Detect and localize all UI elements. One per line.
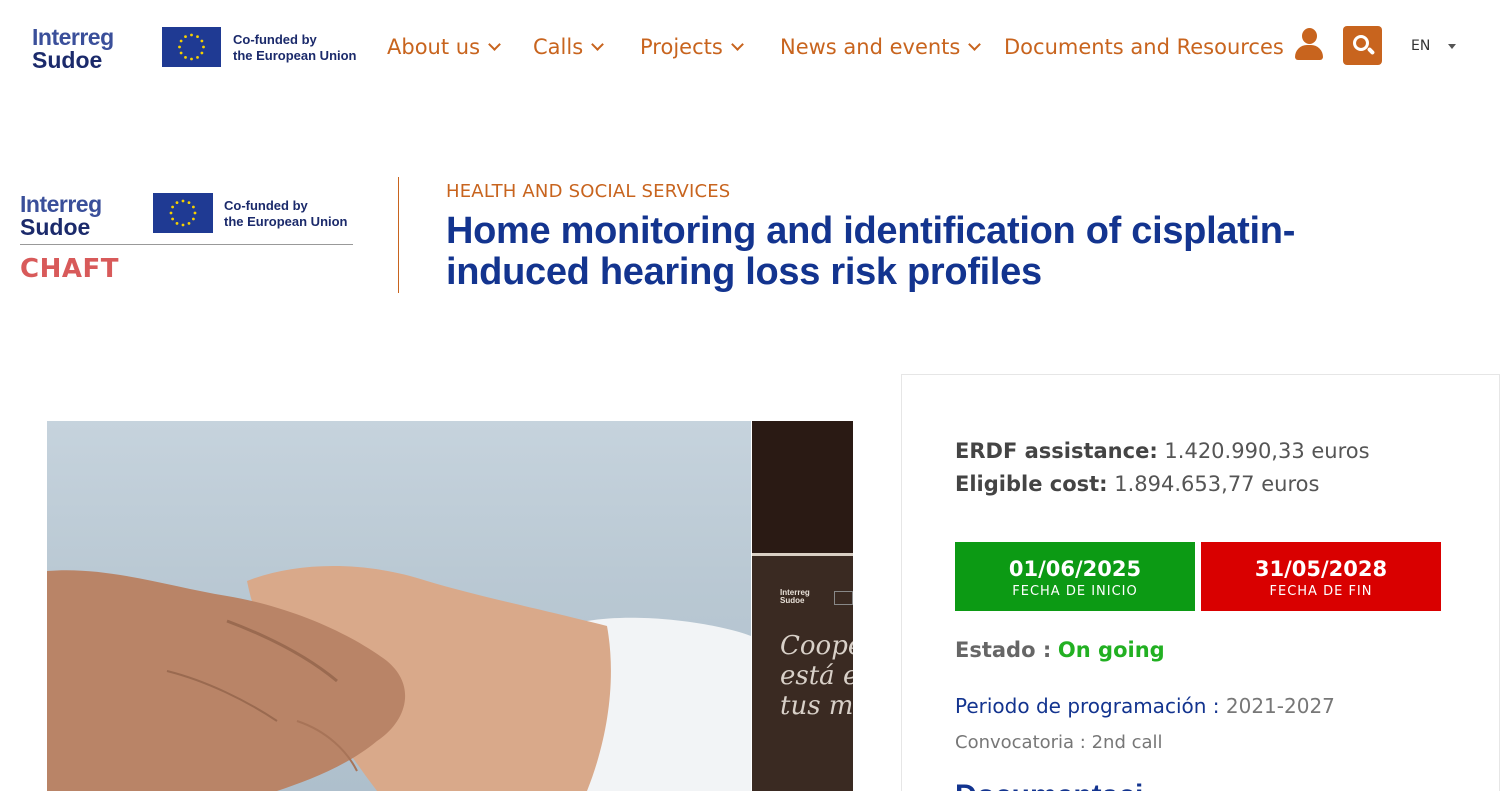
chevron-down-icon bbox=[968, 38, 982, 51]
logo-wordmark: Interreg Sudoe bbox=[20, 191, 102, 240]
nav-news-and-events[interactable]: News and events bbox=[780, 32, 982, 62]
cofunded-text: Co-funded by the European Union bbox=[233, 32, 357, 64]
eu-flag-icon bbox=[162, 27, 221, 67]
caret-down-icon bbox=[1448, 43, 1457, 49]
documents-heading: Documentaci bbox=[955, 779, 1143, 791]
event-banner-slogan: Coope está en tus ma bbox=[780, 631, 853, 721]
nav-calls[interactable]: Calls bbox=[533, 32, 605, 62]
project-photo-event[interactable]: Interreg Sudoe Coope está en tus ma bbox=[752, 421, 853, 791]
event-banner-logo: Interreg Sudoe bbox=[780, 588, 810, 605]
end-date-badge: 31/05/2028 FECHA DE FIN bbox=[1201, 542, 1441, 611]
user-icon[interactable] bbox=[1293, 28, 1325, 62]
hands-illustration bbox=[47, 566, 751, 791]
heading-divider bbox=[398, 177, 399, 293]
call-info: Convocatoria : 2nd call bbox=[955, 732, 1163, 753]
page-title: Home monitoring and identification of ci… bbox=[446, 210, 1296, 293]
chevron-down-icon bbox=[591, 38, 605, 51]
project-logo: Interreg Sudoe Co-funded by the European… bbox=[20, 190, 360, 290]
nav-about-us[interactable]: About us bbox=[387, 32, 501, 62]
language-selector[interactable]: EN bbox=[1411, 38, 1457, 54]
project-photo-hands[interactable] bbox=[47, 421, 751, 791]
search-button[interactable] bbox=[1343, 26, 1382, 65]
start-date-badge: 01/06/2025 FECHA DE INICIO bbox=[955, 542, 1195, 611]
cofunded-text: Co-funded by the European Union bbox=[224, 198, 348, 230]
status-badge: On going bbox=[1057, 638, 1165, 662]
chevron-down-icon bbox=[488, 38, 501, 51]
site-header: Interreg Sudoe Co-funded by the European… bbox=[0, 0, 1500, 94]
interreg-sudoe-logo[interactable]: Interreg Sudoe Co-funded by the European… bbox=[26, 22, 366, 72]
project-status: Estado : On going bbox=[955, 638, 1165, 662]
project-category: HEALTH AND SOCIAL SERVICES bbox=[446, 181, 731, 202]
chevron-down-icon bbox=[730, 38, 744, 51]
programming-period: Periodo de programación : 2021-2027 bbox=[955, 694, 1335, 718]
project-info-card: ERDF assistance: 1.420.990,33 euros Elig… bbox=[901, 374, 1500, 791]
erdf-assistance: ERDF assistance: 1.420.990,33 euros bbox=[955, 439, 1370, 463]
logo-divider bbox=[20, 244, 353, 245]
nav-projects[interactable]: Projects bbox=[640, 32, 744, 62]
logo-wordmark: Interreg Sudoe bbox=[32, 24, 114, 73]
eu-flag-icon bbox=[153, 193, 213, 233]
nav-documents-and-resources[interactable]: Documents and Resources bbox=[1004, 32, 1284, 62]
eligible-cost: Eligible cost: 1.894.653,77 euros bbox=[955, 472, 1320, 496]
project-acronym: CHAFT bbox=[20, 254, 119, 284]
eu-flag-icon bbox=[834, 591, 853, 605]
